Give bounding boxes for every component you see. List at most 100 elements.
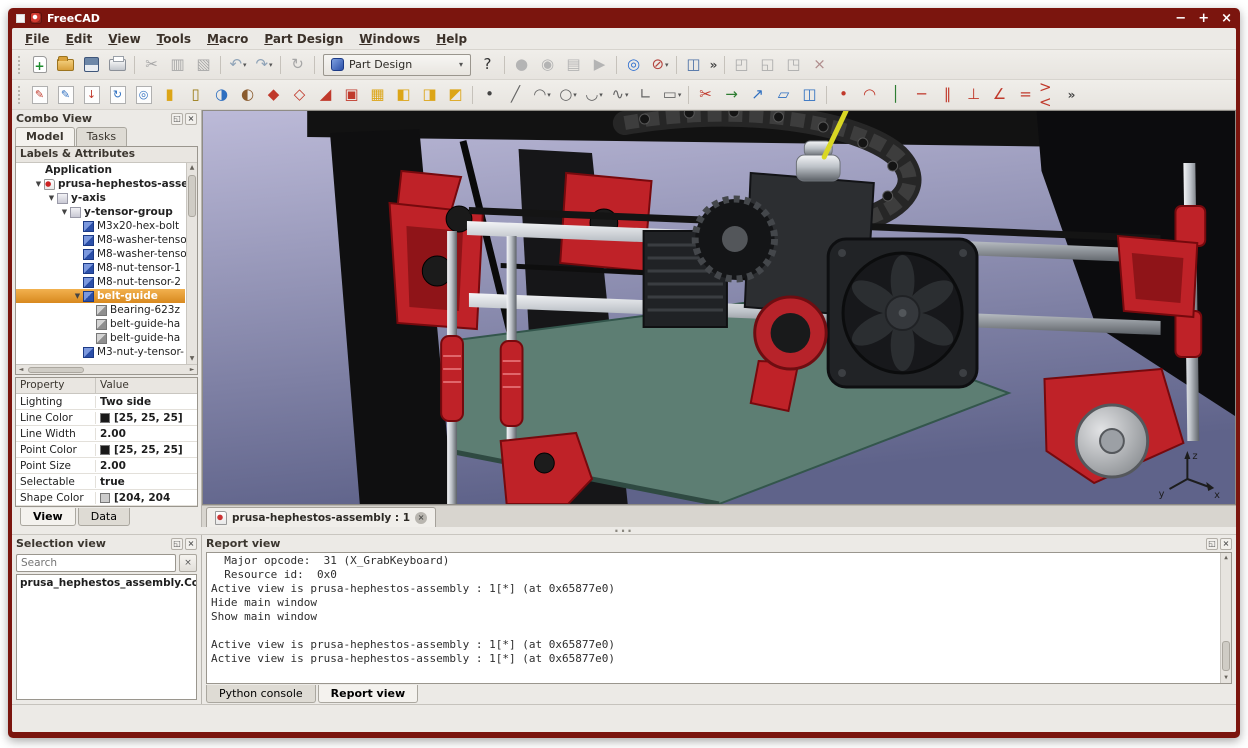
tab-view[interactable]: View — [20, 508, 76, 526]
draft-button[interactable]: ◢ — [313, 83, 339, 107]
tab-python-console[interactable]: Python console — [206, 685, 316, 703]
maximize-button[interactable]: + — [1198, 12, 1209, 25]
property-row-point-color[interactable]: Point Color [25, 25, 25] — [16, 442, 197, 458]
close-button[interactable]: × — [1221, 12, 1232, 25]
float-panel-icon[interactable]: ◱ — [171, 538, 183, 550]
create-bspline-button[interactable]: ∿ ▾ — [607, 83, 633, 107]
tab-data[interactable]: Data — [78, 508, 130, 526]
toolbar-handle-icon[interactable] — [18, 86, 23, 104]
scroll-up-icon[interactable]: ▲ — [187, 163, 197, 173]
macro-record-button[interactable]: ● — [509, 53, 535, 77]
tree-item-belt-guide[interactable]: belt-guide — [16, 289, 185, 303]
float-panel-icon[interactable]: ◱ — [171, 113, 183, 125]
carbon-copy-button[interactable]: ▱ — [771, 83, 797, 107]
property-row-shape-color[interactable]: Shape Color [204, 204 — [16, 490, 197, 506]
workbench-selector[interactable]: Part Design ▾ — [323, 54, 471, 76]
toolbar-overflow-button[interactable]: » — [707, 53, 721, 77]
create-rectangle-button[interactable]: ▭ ▾ — [659, 83, 685, 107]
delete-selection-button[interactable]: × — [807, 53, 833, 77]
tab-tasks[interactable]: Tasks — [76, 127, 127, 146]
edit-sketch-button[interactable]: ✎ — [53, 83, 79, 107]
tree-item-prusa-hephestos-assembly[interactable]: prusa-hephestos-assembly — [16, 177, 185, 191]
macro-stop-button[interactable]: ◉ — [535, 53, 561, 77]
create-conic-button[interactable]: ◡ ▾ — [581, 83, 607, 107]
new-document-button[interactable]: + — [27, 53, 53, 77]
menu-part-design[interactable]: Part Design — [257, 30, 350, 48]
menu-help[interactable]: Help — [429, 30, 474, 48]
menu-macro[interactable]: Macro — [200, 30, 255, 48]
scrollbar-thumb[interactable] — [28, 367, 84, 373]
fit-all-button[interactable]: ◎ — [621, 53, 647, 77]
tree-item-m8-nut-tensor-1[interactable]: M8-nut-tensor-1 — [16, 261, 185, 275]
tree-item-m8-nut-tensor-2[interactable]: M8-nut-tensor-2 — [16, 275, 185, 289]
property-row-point-size[interactable]: Point Size 2.00 — [16, 458, 197, 474]
menu-tools[interactable]: Tools — [150, 30, 198, 48]
close-document-tab-button[interactable]: × — [415, 512, 427, 524]
undo-button[interactable]: ↶ ▾ — [225, 53, 251, 77]
refresh-button[interactable]: ↻ — [285, 53, 311, 77]
constrain-coincident-button[interactable]: • — [831, 83, 857, 107]
pocket-button[interactable]: ▯ — [183, 83, 209, 107]
create-sketch-button[interactable]: ✎ — [27, 83, 53, 107]
close-panel-icon[interactable]: × — [185, 538, 197, 550]
float-panel-icon[interactable]: ◱ — [1206, 538, 1218, 550]
expander-icon[interactable] — [46, 194, 57, 202]
redo-button[interactable]: ↷ ▾ — [251, 53, 277, 77]
box-selection-button[interactable]: ◱ — [755, 53, 781, 77]
menu-view[interactable]: View — [101, 30, 147, 48]
macros-dialog-button[interactable]: ▤ — [561, 53, 587, 77]
tab-model[interactable]: Model — [15, 127, 75, 146]
constrain-symmetric-button[interactable]: >< — [1039, 83, 1065, 107]
scroll-left-icon[interactable]: ◄ — [16, 366, 26, 373]
tree-item-m8-washer-tensor-2[interactable]: M8-washer-tenso — [16, 247, 185, 261]
draw-style-button[interactable]: ⊘ ▾ — [647, 53, 673, 77]
title-bar[interactable]: FreeCAD − + × — [8, 8, 1240, 28]
constrain-horizontal-button[interactable]: ─ — [909, 83, 935, 107]
scroll-down-icon[interactable]: ▼ — [187, 354, 197, 364]
scrollbar-thumb[interactable] — [1222, 641, 1230, 671]
toolbar-handle-icon[interactable] — [18, 56, 23, 74]
boolean-union-button[interactable]: ▦ — [365, 83, 391, 107]
constrain-point-on-object-button[interactable]: ◠ — [857, 83, 883, 107]
expander-icon[interactable] — [33, 180, 44, 188]
dock-splitter[interactable]: ··· — [12, 527, 1236, 534]
select-all-button[interactable]: ◳ — [781, 53, 807, 77]
menu-windows[interactable]: Windows — [352, 30, 427, 48]
constrain-equal-button[interactable]: = — [1013, 83, 1039, 107]
tree-item-m3x20-hex-bolt[interactable]: M3x20-hex-bolt — [16, 219, 185, 233]
property-row-line-width[interactable]: Line Width 2.00 — [16, 426, 197, 442]
save-document-button[interactable] — [79, 53, 105, 77]
tree-item-belt-guide-ha-2[interactable]: belt-guide-ha — [16, 331, 185, 345]
scroll-down-icon[interactable]: ▼ — [1221, 673, 1231, 683]
create-point-button[interactable]: • — [477, 83, 503, 107]
scroll-right-icon[interactable]: ► — [187, 366, 197, 373]
constrain-parallel-button[interactable]: ∥ — [935, 83, 961, 107]
reorient-sketch-button[interactable]: ↻ — [105, 83, 131, 107]
tree-item-m3-nut-y-tensor[interactable]: M3-nut-y-tensor- — [16, 345, 185, 359]
boolean-section-button[interactable]: ◩ — [443, 83, 469, 107]
cut-button[interactable]: ✂ — [139, 53, 165, 77]
map-sketch-button[interactable]: ↓ — [79, 83, 105, 107]
selection-list-item[interactable]: prusa_hephestos_assembly.CompoundC — [20, 577, 193, 589]
tree-item-y-tensor-group[interactable]: y-tensor-group — [16, 205, 185, 219]
scroll-up-icon[interactable]: ▲ — [1221, 553, 1231, 563]
tree-item-belt-guide-ha-1[interactable]: belt-guide-ha — [16, 317, 185, 331]
fillet-button[interactable]: ◆ — [261, 83, 287, 107]
3d-viewport[interactable]: z x y — [202, 110, 1236, 505]
document-tab[interactable]: prusa-hephestos-assembly : 1 × — [206, 507, 436, 527]
pad-button[interactable]: ▮ — [157, 83, 183, 107]
search-input[interactable] — [16, 554, 176, 572]
boolean-common-button[interactable]: ◨ — [417, 83, 443, 107]
tree-item-m8-washer-tensor-1[interactable]: M8-washer-tenso — [16, 233, 185, 247]
constrain-perpendicular-button[interactable]: ⊥ — [961, 83, 987, 107]
tree-item-y-axis[interactable]: y-axis — [16, 191, 185, 205]
open-document-button[interactable] — [53, 53, 79, 77]
menu-file[interactable]: File — [18, 30, 57, 48]
external-geometry-button[interactable]: ↗ — [745, 83, 771, 107]
tree-vertical-scrollbar[interactable]: ▲ ▼ — [186, 163, 197, 364]
expander-icon[interactable] — [72, 292, 83, 300]
whats-this-button[interactable]: ? — [475, 53, 501, 77]
create-line-button[interactable]: ╱ — [503, 83, 529, 107]
axonometric-view-button[interactable]: ◫ — [681, 53, 707, 77]
create-arc-button[interactable]: ◠ ▾ — [529, 83, 555, 107]
